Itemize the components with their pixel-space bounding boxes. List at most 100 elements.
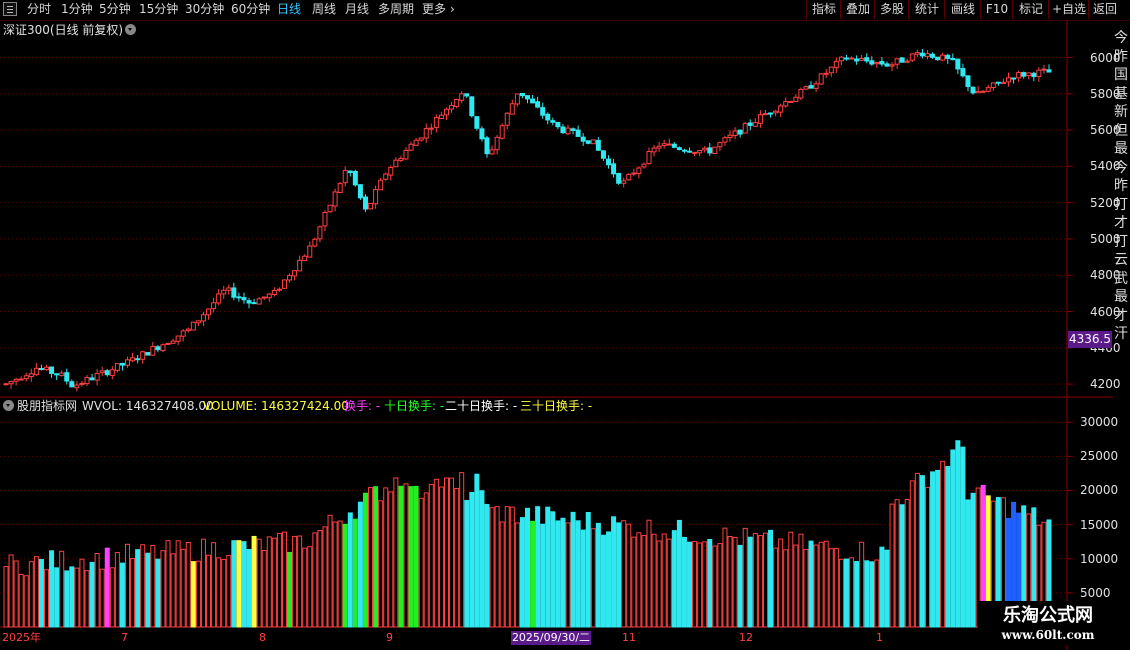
period-tab-2[interactable]: 5分钟 (99, 0, 131, 19)
volume-bar (727, 536, 733, 628)
candle-body (550, 120, 556, 123)
volume-bar (555, 520, 561, 628)
candle-body (935, 56, 941, 61)
candle-body (140, 351, 146, 360)
volume-bar (246, 548, 252, 628)
volume-bar (550, 511, 556, 628)
candle-body (1046, 69, 1052, 73)
watermark-title: 乐淘公式网 (1003, 605, 1093, 626)
candle-body (378, 179, 384, 191)
menu-icon[interactable] (3, 2, 17, 16)
candle-body (454, 98, 460, 108)
candle-body (84, 377, 90, 385)
candle-body (697, 150, 703, 154)
volume-bar (408, 486, 414, 628)
candle-body (418, 137, 424, 141)
period-tab-1[interactable]: 1分钟 (61, 0, 93, 19)
period-tab-3[interactable]: 15分钟 (139, 0, 178, 19)
volume-bar (251, 535, 257, 628)
volume-bar (717, 543, 723, 628)
candle-body (960, 68, 966, 77)
volume-bar (798, 533, 804, 628)
candle-body (256, 298, 262, 305)
candle-body (995, 81, 1001, 84)
toolbar-button-7[interactable]: +自选 (1048, 0, 1089, 19)
volume-bar (884, 549, 890, 628)
candle-body (114, 363, 120, 371)
volume-bar (89, 561, 95, 628)
volume-bar (74, 567, 80, 628)
turnover-label-3: 三十日换手: - (520, 399, 593, 413)
candle-body (38, 368, 44, 371)
candle-body (600, 150, 606, 159)
volume-bar (707, 538, 713, 628)
volume-bar (869, 561, 875, 628)
candle-body (459, 93, 465, 101)
period-tab-6[interactable]: 日线 (277, 0, 301, 19)
candle-body (241, 297, 247, 301)
candle-body (930, 53, 936, 58)
candle-body (317, 226, 323, 240)
period-tab-0[interactable]: 分时 (27, 0, 51, 19)
period-tab-10[interactable]: 更多 (422, 0, 446, 19)
toolbar-button-3[interactable]: 统计 (908, 0, 945, 19)
candle-body (778, 105, 784, 113)
candle-body (712, 146, 718, 154)
volume-bar (190, 561, 196, 628)
period-tab-9[interactable]: 多周期 (378, 0, 414, 19)
candle-body (752, 122, 758, 127)
volume-bar (388, 491, 394, 628)
side-panel-char: 今 (1114, 30, 1128, 46)
indicator-name[interactable]: 股朋指标网 (17, 399, 77, 413)
volume-bar (945, 465, 951, 628)
candle-body (611, 163, 617, 175)
volume-bar (443, 477, 449, 628)
volume-bar (104, 547, 110, 628)
indicator-menu-dropdown-icon[interactable] (3, 400, 14, 411)
candle-body (975, 90, 981, 94)
candle-body (555, 121, 561, 128)
toolbar-button-2[interactable]: 多股 (874, 0, 909, 19)
volume-bar (216, 557, 222, 628)
volume-bar (687, 541, 693, 628)
candle-body (616, 172, 622, 184)
period-tab-7[interactable]: 周线 (312, 0, 336, 19)
candle-body (13, 378, 19, 382)
candle-body (403, 149, 409, 160)
chart-canvas[interactable] (0, 20, 1113, 650)
candle-body (160, 344, 166, 352)
period-tab-4[interactable]: 30分钟 (185, 0, 224, 19)
period-tab-8[interactable]: 月线 (345, 0, 369, 19)
candle-body (504, 112, 510, 126)
candle-body (833, 60, 839, 69)
candle-body (970, 86, 976, 94)
candle-body (449, 105, 455, 110)
candle-body (271, 289, 277, 295)
toolbar-button-4[interactable]: 画线 (944, 0, 981, 19)
volume-bar (130, 558, 136, 628)
chart-menu-dropdown-icon[interactable] (125, 24, 136, 35)
volume-bar (195, 560, 201, 628)
volume-bar (646, 519, 652, 628)
volume-axis-tick: 5000 (1080, 585, 1111, 600)
candle-body (175, 335, 181, 342)
candle-body (438, 114, 444, 119)
volume-bar (702, 541, 708, 628)
volume-bar (454, 487, 460, 628)
more-chevron-icon[interactable]: › (450, 0, 455, 19)
volume-bar (94, 553, 100, 628)
toolbar-button-1[interactable]: 叠加 (840, 0, 875, 19)
candle-body (742, 123, 748, 134)
volume-bar (626, 523, 632, 628)
x-axis-label: 11 (622, 631, 636, 644)
candle-body (362, 196, 368, 210)
toolbar-button-6[interactable]: 标记 (1012, 0, 1049, 19)
period-tab-5[interactable]: 60分钟 (231, 0, 270, 19)
volume-bar (327, 514, 333, 628)
toolbar-button-0[interactable]: 指标 (806, 0, 841, 19)
toolbar-button-8[interactable]: 返回 (1088, 0, 1121, 19)
candle-body (621, 180, 627, 184)
toolbar-button-5[interactable]: F10 (980, 0, 1013, 19)
volume-bar (418, 497, 424, 628)
volume-bar (337, 520, 343, 628)
